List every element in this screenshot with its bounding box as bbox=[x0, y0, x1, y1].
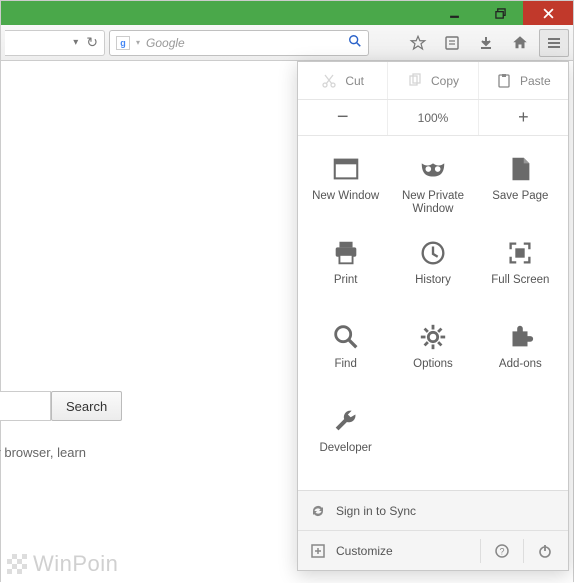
copy-button[interactable]: Copy bbox=[387, 62, 477, 99]
reading-list-icon[interactable] bbox=[437, 29, 467, 57]
menu-item-label: New Private Window bbox=[402, 190, 464, 216]
reload-icon[interactable]: ↻ bbox=[86, 34, 98, 51]
search-box[interactable]: g ▾ Google bbox=[109, 30, 369, 56]
menu-item-label: Find bbox=[334, 358, 356, 371]
window-minimize-button[interactable] bbox=[431, 1, 477, 25]
menu-item-print[interactable]: Print bbox=[302, 232, 389, 316]
wrench-icon bbox=[331, 406, 361, 436]
mask-icon bbox=[418, 154, 448, 184]
paste-icon bbox=[496, 73, 512, 89]
urlbar-right[interactable]: ▾ ↻ bbox=[5, 30, 105, 56]
new-window-icon bbox=[331, 154, 361, 184]
menu-grid: New Window New Private Window Save Page … bbox=[298, 136, 568, 490]
edit-row: Cut Copy Paste bbox=[298, 62, 568, 100]
window-close-button[interactable] bbox=[523, 1, 573, 25]
window-titlebar bbox=[1, 1, 573, 25]
hamburger-menu-button[interactable] bbox=[539, 29, 569, 57]
help-icon[interactable]: ? bbox=[491, 543, 513, 559]
menu-item-label: Save Page bbox=[492, 190, 548, 203]
bookmark-star-icon[interactable] bbox=[403, 29, 433, 57]
cut-icon bbox=[321, 73, 337, 89]
window-restore-button[interactable] bbox=[477, 1, 523, 25]
downloads-icon[interactable] bbox=[471, 29, 501, 57]
menu-item-label: Add-ons bbox=[499, 358, 542, 371]
paste-label: Paste bbox=[520, 74, 551, 88]
page-search-button[interactable]: Search bbox=[51, 391, 122, 421]
menu-item-label: Options bbox=[413, 358, 453, 371]
content-area: Search of your browser, learn WinPoin Cu… bbox=[1, 61, 573, 583]
watermark-text: WinPoin bbox=[33, 551, 118, 577]
fullscreen-icon bbox=[505, 238, 535, 268]
menu-item-label: New Window bbox=[312, 190, 379, 203]
menu-item-developer[interactable]: Developer bbox=[302, 400, 389, 484]
sync-row[interactable]: Sign in to Sync bbox=[298, 490, 568, 530]
menu-item-find[interactable]: Find bbox=[302, 316, 389, 400]
menu-item-new-private-window[interactable]: New Private Window bbox=[389, 148, 476, 232]
menu-item-label: History bbox=[415, 274, 451, 287]
app-menu-panel: Cut Copy Paste − 100% + New Window Ne bbox=[297, 61, 569, 571]
navigation-toolbar: ▾ ↻ g ▾ Google bbox=[1, 25, 573, 61]
power-icon[interactable] bbox=[534, 543, 556, 559]
zoom-out-button[interactable]: − bbox=[298, 100, 387, 135]
sync-icon bbox=[310, 503, 326, 519]
copy-icon bbox=[407, 73, 423, 89]
zoom-in-button[interactable]: + bbox=[478, 100, 568, 135]
search-provider-icon: g bbox=[116, 36, 130, 50]
page-icon bbox=[505, 154, 535, 184]
svg-text:?: ? bbox=[499, 546, 504, 556]
menu-item-full-screen[interactable]: Full Screen bbox=[477, 232, 564, 316]
urlbar-dropdown-icon[interactable]: ▾ bbox=[73, 37, 78, 48]
menu-item-history[interactable]: History bbox=[389, 232, 476, 316]
cut-label: Cut bbox=[345, 74, 364, 88]
copy-label: Copy bbox=[431, 74, 459, 88]
watermark: WinPoin bbox=[7, 551, 118, 577]
menu-item-new-window[interactable]: New Window bbox=[302, 148, 389, 232]
sync-label: Sign in to Sync bbox=[336, 504, 416, 518]
zoom-row: − 100% + bbox=[298, 100, 568, 136]
print-icon bbox=[331, 238, 361, 268]
zoom-level: 100% bbox=[387, 100, 477, 135]
customize-row: Customize ? bbox=[298, 530, 568, 570]
watermark-logo-icon bbox=[7, 554, 27, 574]
menu-item-options[interactable]: Options bbox=[389, 316, 476, 400]
search-go-icon[interactable] bbox=[348, 34, 362, 51]
page-search-input[interactable] bbox=[0, 391, 51, 421]
find-icon bbox=[331, 322, 361, 352]
search-placeholder: Google bbox=[146, 36, 342, 50]
page-tip-text: of your browser, learn bbox=[0, 445, 122, 460]
menu-item-save-page[interactable]: Save Page bbox=[477, 148, 564, 232]
menu-item-label: Developer bbox=[319, 442, 371, 455]
history-icon bbox=[418, 238, 448, 268]
home-icon[interactable] bbox=[505, 29, 535, 57]
customize-icon bbox=[310, 543, 326, 559]
menu-item-label: Full Screen bbox=[491, 274, 549, 287]
page-content-fragment: Search of your browser, learn bbox=[0, 391, 122, 460]
gear-icon bbox=[418, 322, 448, 352]
paste-button[interactable]: Paste bbox=[478, 62, 568, 99]
menu-item-label: Print bbox=[334, 274, 358, 287]
menu-item-addons[interactable]: Add-ons bbox=[477, 316, 564, 400]
puzzle-icon bbox=[505, 322, 535, 352]
cut-button[interactable]: Cut bbox=[298, 62, 387, 99]
search-dropdown-icon[interactable]: ▾ bbox=[136, 38, 140, 47]
customize-button[interactable]: Customize bbox=[336, 544, 470, 558]
